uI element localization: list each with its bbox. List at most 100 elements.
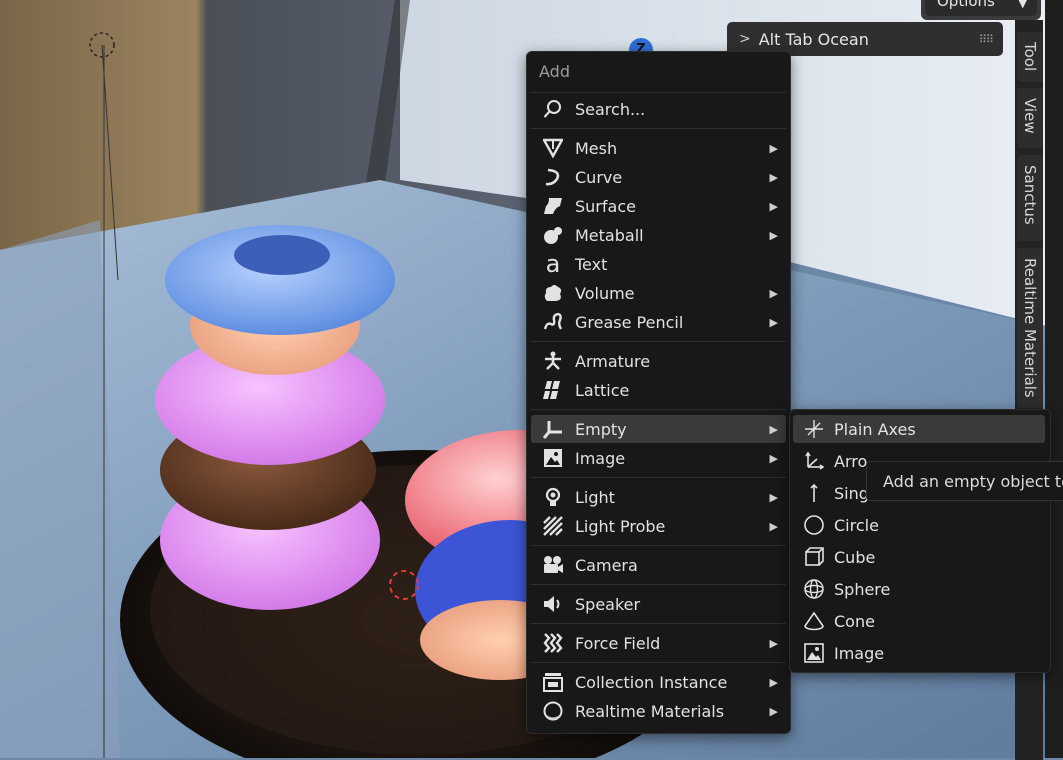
menu-item-grease-pencil[interactable]: Grease Pencil ▶ (531, 308, 786, 336)
menu-separator (531, 341, 786, 342)
menu-item-label: Surface (575, 196, 636, 216)
menu-item-label: Light Probe (575, 516, 666, 536)
submenu-arrow-icon: ▶ (769, 704, 778, 718)
sphere-icon (802, 577, 826, 601)
menu-separator (531, 128, 786, 129)
menu-separator (531, 409, 786, 410)
menu-item-light[interactable]: Light ▶ (531, 483, 786, 511)
menu-item-volume[interactable]: Volume ▶ (531, 279, 786, 307)
menu-item-force-field[interactable]: Force Field ▶ (531, 629, 786, 657)
menu-item-label: Volume (575, 283, 635, 303)
menu-item-label: Curve (575, 167, 623, 187)
submenu-item-cube[interactable]: Cube (793, 543, 1045, 571)
tab-sanctus-label: Sanctus (1021, 165, 1039, 225)
submenu-arrow-icon: ▶ (769, 636, 778, 650)
tab-view-label: View (1021, 98, 1039, 134)
menu-item-lattice[interactable]: Lattice (531, 376, 786, 404)
menu-item-label: Image (575, 448, 626, 468)
menu-separator (531, 662, 786, 663)
submenu-item-circle[interactable]: Circle (793, 511, 1045, 539)
armature-icon (541, 349, 565, 373)
tab-view[interactable]: View (1017, 88, 1043, 148)
menu-separator (531, 545, 786, 546)
menu-separator (531, 584, 786, 585)
submenu-arrow-icon: ▶ (769, 199, 778, 213)
submenu-arrow-icon: ▶ (769, 451, 778, 465)
search-icon (541, 97, 565, 121)
menu-item-label: Text (575, 254, 608, 274)
submenu-item-label: Sing (834, 483, 869, 503)
chevron-right-icon: > (739, 31, 751, 47)
menu-item-label: Metaball (575, 225, 644, 245)
submenu-arrow-icon: ▶ (769, 286, 778, 300)
submenu-item-label: Plain Axes (834, 419, 916, 439)
menu-separator (531, 477, 786, 478)
tooltip-text: Add an empty object to (883, 471, 1063, 491)
metaball-icon (541, 223, 565, 247)
submenu-arrow-icon: ▶ (769, 170, 778, 184)
menu-title: Add (539, 62, 570, 81)
cube-icon (802, 545, 826, 569)
options-dropdown[interactable]: Options ▼ (925, 0, 1037, 16)
menu-item-image[interactable]: Image ▶ (531, 444, 786, 472)
submenu-item-image[interactable]: Image (793, 639, 1045, 667)
menu-item-label: Realtime Materials (575, 701, 725, 721)
submenu-item-plain-axes[interactable]: Plain Axes (793, 415, 1045, 443)
empty-submenu: Plain Axes Arro Sing Circle Cube Sphere … (789, 409, 1051, 673)
menu-item-label: Mesh (575, 138, 618, 158)
text-icon: a (545, 250, 561, 278)
tab-realtime-materials[interactable]: Realtime Materials (1017, 248, 1043, 408)
menu-item-collection-instance[interactable]: Collection Instance ▶ (531, 668, 786, 696)
menu-item-text[interactable]: a Text (531, 250, 786, 278)
mesh-icon (541, 136, 565, 160)
panel-title: Alt Tab Ocean (758, 29, 869, 49)
menu-item-armature[interactable]: Armature (531, 347, 786, 375)
submenu-item-label: Cube (834, 547, 876, 567)
tooltip: Add an empty object to (866, 461, 1063, 501)
submenu-arrow-icon: ▶ (769, 228, 778, 242)
speaker-icon (541, 592, 565, 616)
add-menu: Add Search... Mesh ▶ Curve ▶ Surface ▶ M… (526, 51, 791, 734)
submenu-arrow-icon: ▶ (769, 315, 778, 329)
menu-item-label: Armature (575, 351, 651, 371)
menu-item-label: Empty (575, 419, 627, 439)
menu-item-curve[interactable]: Curve ▶ (531, 163, 786, 191)
menu-item-label: Grease Pencil (575, 312, 684, 332)
tab-sanctus[interactable]: Sanctus (1017, 155, 1043, 241)
submenu-item-sphere[interactable]: Sphere (793, 575, 1045, 603)
tab-tool[interactable]: Tool (1017, 32, 1043, 82)
lattice-icon (541, 378, 565, 402)
plain-axes-icon (802, 417, 826, 441)
curve-icon (541, 165, 565, 189)
menu-separator (531, 92, 786, 93)
menu-item-empty[interactable]: Empty ▶ (531, 415, 786, 443)
submenu-item-label: Cone (834, 611, 875, 631)
circle-icon (802, 513, 826, 537)
submenu-arrow-icon: ▶ (769, 675, 778, 689)
submenu-item-label: Image (834, 643, 885, 663)
submenu-item-label: Sphere (834, 579, 891, 599)
grease-pencil-icon (541, 310, 565, 334)
realtime-materials-icon (541, 699, 565, 723)
cone-icon (802, 609, 826, 633)
options-label: Options (937, 0, 995, 10)
drag-grip-icon[interactable]: ⠿⠿ (979, 33, 994, 46)
empty-icon (541, 417, 565, 441)
submenu-item-label: Circle (834, 515, 879, 535)
collection-instance-icon (541, 670, 565, 694)
submenu-item-label: Arro (834, 451, 868, 471)
menu-search[interactable]: Search... (531, 95, 786, 123)
submenu-item-cone[interactable]: Cone (793, 607, 1045, 635)
search-label: Search... (575, 99, 646, 119)
menu-item-metaball[interactable]: Metaball ▶ (531, 221, 786, 249)
menu-item-label: Force Field (575, 633, 661, 653)
menu-item-label: Camera (575, 555, 638, 575)
menu-item-mesh[interactable]: Mesh ▶ (531, 134, 786, 162)
menu-item-surface[interactable]: Surface ▶ (531, 192, 786, 220)
chevron-down-icon: ▼ (1018, 0, 1027, 10)
menu-item-speaker[interactable]: Speaker (531, 590, 786, 618)
menu-item-label: Light (575, 487, 615, 507)
menu-item-realtime-materials[interactable]: Realtime Materials ▶ (531, 697, 786, 725)
menu-item-light-probe[interactable]: Light Probe ▶ (531, 512, 786, 540)
menu-item-camera[interactable]: Camera (531, 551, 786, 579)
